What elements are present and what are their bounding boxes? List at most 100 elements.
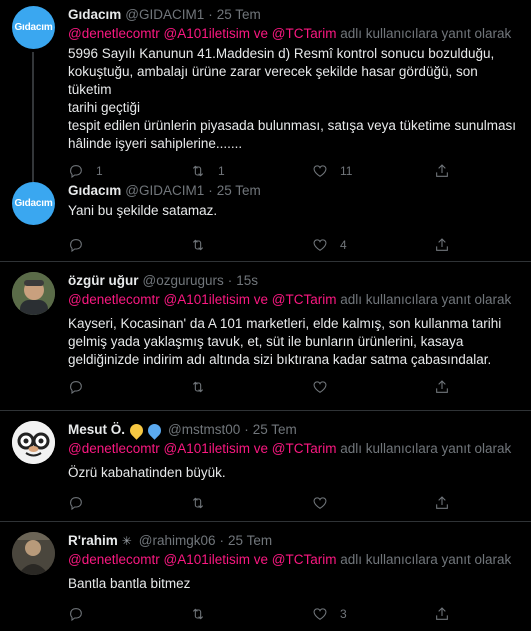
text-line: tespit edilen ürünlerin piyasada bulunma…: [68, 118, 516, 133]
author-name[interactable]: Gıdacım: [68, 6, 121, 24]
avatar[interactable]: [12, 421, 55, 464]
retweet-icon: [192, 381, 204, 393]
reply-suffix: adlı kullanıcılara yanıt olarak: [340, 441, 512, 456]
action-bar: [68, 486, 517, 520]
tweet-text: Bantla bantla bitmez: [68, 575, 517, 593]
reply-suffix: adlı kullanıcılara yanıt olarak: [340, 552, 512, 567]
avatar-photo: [12, 532, 55, 575]
tweet[interactable]: Gıdacım Gıdacım @GIDACIM1 · 25 Tem Yani …: [0, 176, 531, 262]
reply-suffix: adlı kullanıcılara yanıt olarak: [340, 26, 512, 41]
retweet-icon: [192, 239, 204, 251]
separator: ·: [244, 422, 249, 437]
heart-icon: [313, 608, 327, 620]
share-icon: [436, 380, 448, 393]
author-handle[interactable]: @ozgurugurs: [143, 272, 224, 290]
avatar[interactable]: [12, 272, 55, 315]
tweet[interactable]: Gıdacım Gıdacım @GIDACIM1 · 25 Tem @dene…: [0, 0, 531, 182]
action-bar: 3: [68, 597, 517, 631]
reply-mentions[interactable]: @denetlecomtr @A101iletisim ve @TCTarim: [68, 552, 336, 567]
retweet-icon: [192, 608, 204, 620]
author-handle[interactable]: @GIDACIM1: [125, 182, 204, 200]
retweet-button[interactable]: [190, 606, 312, 622]
reply-context: @denetlecomtr @A101iletisim ve @TCTarim …: [68, 440, 517, 458]
reply-context: @denetlecomtr @A101iletisim ve @TCTarim …: [68, 291, 517, 309]
heart-icon: [313, 497, 327, 509]
text-line: Yani bu şekilde satamaz.: [68, 203, 218, 218]
share-button[interactable]: [434, 379, 450, 395]
heart-icon: [313, 239, 327, 251]
reply-button[interactable]: [68, 379, 190, 395]
author-handle[interactable]: @mstmst00: [168, 421, 240, 439]
retweet-button[interactable]: [190, 237, 312, 253]
reply-mentions[interactable]: @denetlecomtr @A101iletisim ve @TCTarim: [68, 292, 336, 307]
share-button[interactable]: [434, 606, 450, 622]
like-button[interactable]: 4: [312, 237, 434, 253]
share-button[interactable]: [434, 237, 450, 253]
like-count: 4: [340, 238, 347, 252]
text-line: gelmiş yada yaklaşmış tavuk, et, süt ile…: [68, 334, 464, 349]
like-button[interactable]: [312, 495, 434, 511]
separator: ·: [227, 273, 233, 288]
text-line: Kayseri, Kocasinan' da A 101 marketleri,…: [68, 316, 502, 331]
separator: ·: [208, 7, 213, 22]
tweet-text: 5996 Sayılı Kanunun 41.Maddesin d) Resmî…: [68, 45, 517, 153]
timestamp[interactable]: 25 Tem: [217, 182, 261, 200]
reply-icon: [70, 381, 82, 395]
reply-mentions[interactable]: @denetlecomtr @A101iletisim ve @TCTarim: [68, 441, 336, 456]
reply-button[interactable]: [68, 606, 190, 622]
author-handle[interactable]: @rahimgk06: [139, 532, 216, 550]
tweet-text: Kayseri, Kocasinan' da A 101 marketleri,…: [68, 315, 517, 369]
timestamp[interactable]: 25 Tem: [253, 421, 297, 439]
separator: ·: [219, 533, 225, 548]
author-name[interactable]: Gıdacım: [68, 182, 121, 200]
author-name[interactable]: özgür uğur: [68, 272, 139, 290]
heart-icon: [313, 381, 327, 393]
share-button[interactable]: [434, 495, 450, 511]
author-name[interactable]: R'rahim: [68, 532, 118, 550]
blue-heart-icon: [145, 420, 164, 440]
reply-icon: [70, 497, 82, 511]
like-button[interactable]: [312, 379, 434, 395]
retweet-icon: [192, 497, 204, 509]
reply-button[interactable]: [68, 495, 190, 511]
tweet[interactable]: Mesut Ö. @mstmst00 · 25 Tem @denetlecomt…: [0, 411, 531, 522]
action-bar: 4: [68, 228, 517, 262]
reply-icon: [70, 239, 82, 253]
author-name[interactable]: Mesut Ö.: [68, 421, 125, 439]
thread-line: [32, 52, 34, 182]
share-icon: [436, 238, 448, 251]
avatar[interactable]: Gıdacım: [12, 182, 55, 225]
reply-icon: [70, 608, 82, 622]
share-icon: [436, 496, 448, 509]
reply-context: @denetlecomtr @A101iletisim ve @TCTarim …: [68, 25, 517, 43]
text-line: Bantla bantla bitmez: [68, 576, 191, 591]
share-icon: [436, 607, 448, 620]
tweet[interactable]: özgür uğur @ozgurugurs · 15s @denetlecom…: [0, 262, 531, 411]
timestamp[interactable]: 25 Tem: [228, 532, 272, 550]
retweet-button[interactable]: [190, 379, 312, 395]
yellow-heart-icon: [127, 420, 146, 440]
timestamp[interactable]: 25 Tem: [217, 6, 261, 24]
avatar[interactable]: Gıdacım: [12, 6, 55, 49]
separator: ·: [208, 183, 213, 198]
avatar-text: Gıdacım: [14, 198, 53, 209]
avatar[interactable]: [12, 532, 55, 575]
author-handle[interactable]: @GIDACIM1: [125, 6, 204, 24]
text-line: hâlinde işyeri sahiplerine.......: [68, 136, 243, 151]
text-line: tarihi geçtiği: [68, 100, 141, 115]
tweet-text: Özrü kabahatinden büyük.: [68, 464, 517, 482]
reply-mentions[interactable]: @denetlecomtr @A101iletisim ve @TCTarim: [68, 26, 336, 41]
reply-button[interactable]: [68, 237, 190, 253]
timestamp[interactable]: 15s: [236, 272, 258, 290]
avatar-text: Gıdacım: [14, 22, 53, 33]
sparkle-icon: ✳: [121, 534, 132, 548]
retweet-button[interactable]: [190, 495, 312, 511]
text-line: kokuştuğu, ambalajı ürüne zarar verecek …: [68, 64, 478, 97]
avatar-glasses-face: [12, 421, 55, 464]
like-button[interactable]: 3: [312, 606, 434, 622]
reply-context: @denetlecomtr @A101iletisim ve @TCTarim …: [68, 551, 517, 569]
tweet[interactable]: R'rahim ✳ @rahimgk06 · 25 Tem @denetleco…: [0, 522, 531, 629]
action-bar: [68, 370, 517, 404]
reply-suffix: adlı kullanıcılara yanıt olarak: [340, 292, 512, 307]
tweet-text: Yani bu şekilde satamaz.: [68, 202, 517, 220]
